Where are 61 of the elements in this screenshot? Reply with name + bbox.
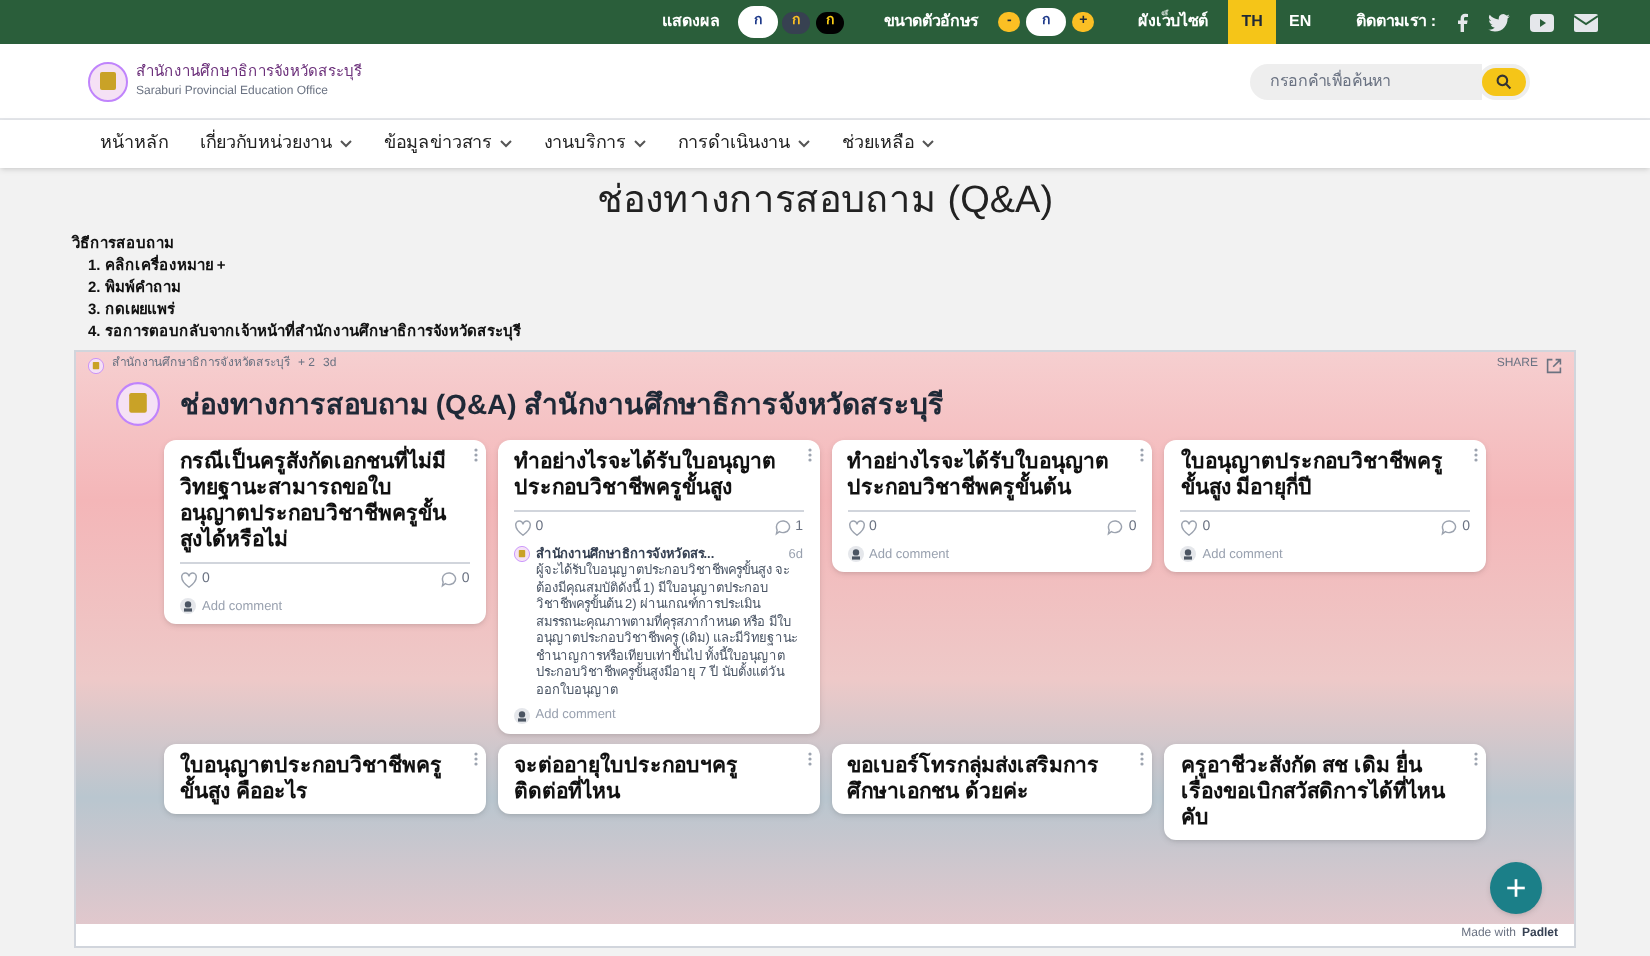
heart-icon[interactable] [847,520,865,537]
nav-item[interactable]: เกี่ยวกับหน่วยงาน [200,130,352,158]
heart-icon[interactable] [180,572,198,589]
emblem-icon [513,546,530,563]
comment-icon[interactable] [1440,520,1459,537]
post-title: ขอเบอร์โทรกลุ่มส่งเสริมการศึกษาเอกชน ด้วยค่ะ [847,754,1101,806]
chevron-icon [922,140,934,148]
external-link-icon[interactable] [1546,357,1562,373]
post-title: กรณีเป็นครูสังกัดเอกชนที่ไม่มีวิทยฐานะสามารถขอใบอนุญาตประกอบวิชาชีพครูขั้นสูงได้หรือไม่ [180,450,470,554]
board-title: ช่องทางการสอบถาม (Q&A) สำนักงานศึกษาธิการจังหวัดสระบุรี [180,385,945,425]
search-icon [1496,73,1512,89]
font-size-label: ขนาดตัวอักษร [884,10,979,34]
language-option[interactable]: TH [1228,0,1277,44]
chevron-icon [634,140,646,148]
more-icon[interactable] [473,448,478,462]
post-title: ใบอนุญาตประกอบวิชาชีพครูขั้นสูง มีอายุกี่ปี [1180,450,1445,502]
chevron-icon [500,140,512,148]
nav-item[interactable]: ข้อมูลข่าวสาร [384,130,512,158]
avatar-icon [513,708,530,725]
emblem-icon [116,382,160,426]
search-button[interactable] [1482,67,1526,95]
chevron-icon [798,140,810,148]
avatar-icon [847,546,863,563]
more-icon[interactable] [1140,448,1145,462]
bird-icon[interactable] [1488,13,1510,31]
post-card[interactable] [497,440,819,734]
nav-item[interactable]: การดำเนินงาน [678,130,810,158]
emblem-icon [88,61,128,101]
comment-icon[interactable] [1106,520,1125,537]
search-field[interactable]: กรอกคำเพื่อค้นหา [1250,63,1482,99]
contrast-label: แสดงผล [662,10,721,34]
page-title: ช่องทางการสอบถาม (Q&A) [594,178,1056,226]
play-icon[interactable] [1530,13,1554,31]
follow-label: ติดตามเรา : [1356,10,1436,34]
post-title: ครูอาชีวะสังกัด สช เดิม ยื่นเรื่องขอเบิกสวัสดิการได้ที่ไหนคับ [1180,754,1470,832]
nav-item[interactable]: ช่วยเหลือ [842,130,934,158]
avatar-icon [180,598,196,615]
comment-icon[interactable] [773,520,792,537]
post-card[interactable]: ครูอาชีวะสังกัด สช เดิม ยื่นเรื่องขอเบิกสวัสดิการได้ที่ไหนคับ [1164,744,1486,840]
language-option[interactable]: EN [1276,0,1325,44]
heart-icon[interactable] [1180,520,1199,537]
post-card[interactable]: ใบอนุญาตประกอบวิชาชีพครูขั้นสูง คืออะไร [164,744,486,814]
mail-icon[interactable] [1574,13,1598,31]
add-post-button[interactable]: + [1490,862,1542,914]
post-title: จะต่ออายุใบประกอบฯครู ติดต่อที่ไหน [513,754,740,806]
comment-icon[interactable] [439,572,458,589]
emblem-icon [88,357,104,373]
post-card[interactable]: จะต่ออายุใบประกอบฯครู ติดต่อที่ไหน [497,744,819,814]
post-title: ใบอนุญาตประกอบวิชาชีพครูขั้นสูง คืออะไร [180,754,444,806]
avatar-icon [1180,546,1197,563]
post-card[interactable]: ขอเบอร์โทรกลุ่มส่งเสริมการศึกษาเอกชน ด้วยค่ะ [831,744,1153,814]
nav-item[interactable]: หน้าหลัก [100,130,168,158]
post-title: ทำอย่างไรจะได้รับใบอนุญาตประกอบวิชาชีพครูขั้นสูง [513,450,778,502]
more-icon[interactable] [1140,752,1145,766]
facebook-icon[interactable] [1456,12,1468,32]
sitemap-link[interactable]: ผังเว็บไซต์ [1138,10,1209,34]
chevron-icon [340,140,352,148]
nav-item[interactable]: งานบริการ [544,130,646,158]
more-icon[interactable] [473,752,478,766]
heart-icon[interactable] [513,520,532,537]
post-title: ทำอย่างไรจะได้รับใบอนุญาตประกอบวิชาชีพครูขั้นต้น [847,450,1111,502]
